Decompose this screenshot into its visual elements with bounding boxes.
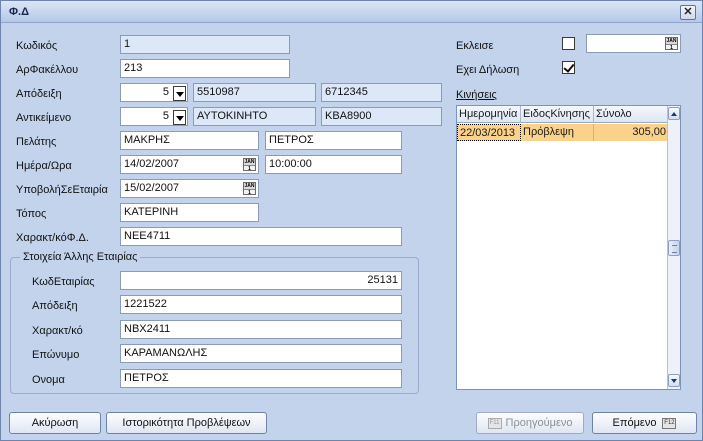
antikeimeno-value2-field[interactable]: ΚΒΑ8900 <box>321 107 442 126</box>
calendar-icon-text: JAN <box>244 159 255 166</box>
apodeixi-label: Απόδειξη <box>16 88 62 100</box>
other-apodeixi-label: Απόδειξη <box>32 300 78 312</box>
table-row[interactable]: 22/03/2013 Πρόβλεψη 305,00 <box>457 124 668 141</box>
calendar-icon[interactable]: JAN 1 <box>243 158 256 172</box>
antikeimeno-value1-field[interactable]: ΑΥΤΟΚΙΝΗΤΟ <box>193 107 316 126</box>
row-total-cell[interactable]: 305,00 <box>594 124 668 141</box>
row-type-cell[interactable]: Πρόβλεψη <box>521 124 594 141</box>
topos-field[interactable]: ΚΑΤΕΡΙΝΗ <box>120 203 259 222</box>
eponymo-label: Επώνυμο <box>32 349 80 361</box>
pelatis-label: Πελάτης <box>16 136 57 148</box>
topos-label: Τόπος <box>16 208 47 220</box>
kod-etairias-label: ΚωδΕταιρίας <box>32 276 95 288</box>
arfakelou-label: ΑρΦακέλλου <box>16 64 79 76</box>
dilosi-label: Εχει Δήλωση <box>456 64 520 76</box>
imera-date-field[interactable]: 14/02/2007 JAN 1 <box>120 155 259 174</box>
previous-button-label: Προηγούμενο <box>505 417 573 429</box>
charakt-field[interactable]: ΝΕΕ4711 <box>120 227 402 246</box>
kod-etairias-field[interactable]: 25131 <box>120 271 402 290</box>
other-charakt-label: Χαρακτ/κό <box>32 325 83 337</box>
scroll-up-icon[interactable] <box>668 107 680 120</box>
title-bar: Φ.Δ ✕ <box>1 1 702 23</box>
arfakelou-field[interactable]: 213 <box>120 59 290 78</box>
other-company-title: Στοιχεία Άλλης Εταιρίας <box>20 251 141 263</box>
kiniseis-grid[interactable]: Ημερομηνία ΕιδοςΚίνησης Σύνολο 22/03/201… <box>456 105 681 390</box>
chevron-down-icon[interactable] <box>173 110 186 125</box>
apodeixi-select-value: 5 <box>162 86 169 98</box>
window-title: Φ.Δ <box>9 6 29 18</box>
antikeimeno-select[interactable]: 5 <box>120 107 188 126</box>
scroll-thumb[interactable] <box>668 240 680 256</box>
row-date-cell[interactable]: 22/03/2013 <box>457 124 521 141</box>
chevron-down-icon[interactable] <box>173 86 186 101</box>
dilosi-checkbox[interactable] <box>562 61 575 74</box>
calendar-icon[interactable]: JAN 1 <box>243 182 256 196</box>
grid-col-date[interactable]: Ημερομηνία <box>457 106 521 123</box>
charakt-label: Χαρακτ/κόΦ.Δ. <box>16 232 89 244</box>
ekleise-date-field[interactable]: JAN 1 <box>586 34 681 53</box>
ypovoli-label: ΥποβολήΣεΕταιρία <box>16 184 108 196</box>
ekleise-label: Εκλεισε <box>456 40 494 52</box>
close-button[interactable]: ✕ <box>680 5 696 20</box>
next-key-icon: F12 <box>662 417 677 429</box>
onoma-field[interactable]: ΠΕΤΡΟΣ <box>120 369 402 388</box>
calendar-icon[interactable]: JAN 1 <box>665 37 678 51</box>
antikeimeno-label: Αντικείμενο <box>16 112 72 124</box>
grid-col-type[interactable]: ΕιδοςΚίνησης <box>521 106 594 123</box>
calendar-icon-text: JAN <box>244 183 255 190</box>
apodeixi-value1-field[interactable]: 5510987 <box>193 83 316 102</box>
pelatis-surname-field[interactable]: ΜΑΚΡΗΣ <box>120 131 259 150</box>
previous-button[interactable]: F11 Προηγούμενο <box>476 412 584 434</box>
ypovoli-date-value: 15/02/2007 <box>124 182 180 194</box>
pelatis-name-field[interactable]: ΠΕΤΡΟΣ <box>265 131 402 150</box>
eponymo-field[interactable]: ΚΑΡΑΜΑΝΩΛΗΣ <box>120 344 402 363</box>
history-button[interactable]: Ιστορικότητα Προβλέψεων <box>106 412 267 434</box>
next-button[interactable]: Επόμενο F12 <box>592 412 697 434</box>
grid-col-total[interactable]: Σύνολο <box>594 106 668 123</box>
fd-window: Φ.Δ ✕ Κωδικός 1 ΑρΦακέλλου 213 Απόδειξη … <box>0 0 703 441</box>
calendar-icon-text: JAN <box>666 38 677 45</box>
ypovoli-date-field[interactable]: 15/02/2007 JAN 1 <box>120 179 259 198</box>
scroll-down-icon[interactable] <box>668 374 680 387</box>
ekleise-checkbox[interactable] <box>562 37 575 50</box>
ora-time-field[interactable]: 10:00:00 <box>265 155 402 174</box>
kiniseis-label: Κινήσεις <box>456 89 497 101</box>
other-apodeixi-field[interactable]: 1221522 <box>120 295 402 314</box>
cancel-button[interactable]: Ακύρωση <box>9 412 101 434</box>
apodeixi-select[interactable]: 5 <box>120 83 188 102</box>
onoma-label: Ονομα <box>32 374 65 386</box>
imera-date-value: 14/02/2007 <box>124 158 180 170</box>
apodeixi-value2-field[interactable]: 6712345 <box>321 83 442 102</box>
antikeimeno-select-value: 5 <box>162 110 169 122</box>
other-charakt-field[interactable]: ΝΒΧ2411 <box>120 320 402 339</box>
grid-vertical-scrollbar[interactable] <box>667 106 680 389</box>
grid-header: Ημερομηνία ΕιδοςΚίνησης Σύνολο <box>457 106 668 123</box>
imera-ora-label: Ημέρα/Ωρα <box>16 160 72 172</box>
previous-key-icon: F11 <box>487 417 502 429</box>
kodikos-label: Κωδικός <box>16 40 58 52</box>
kodikos-field[interactable]: 1 <box>120 35 290 54</box>
next-button-label: Επόμενο <box>612 417 657 429</box>
